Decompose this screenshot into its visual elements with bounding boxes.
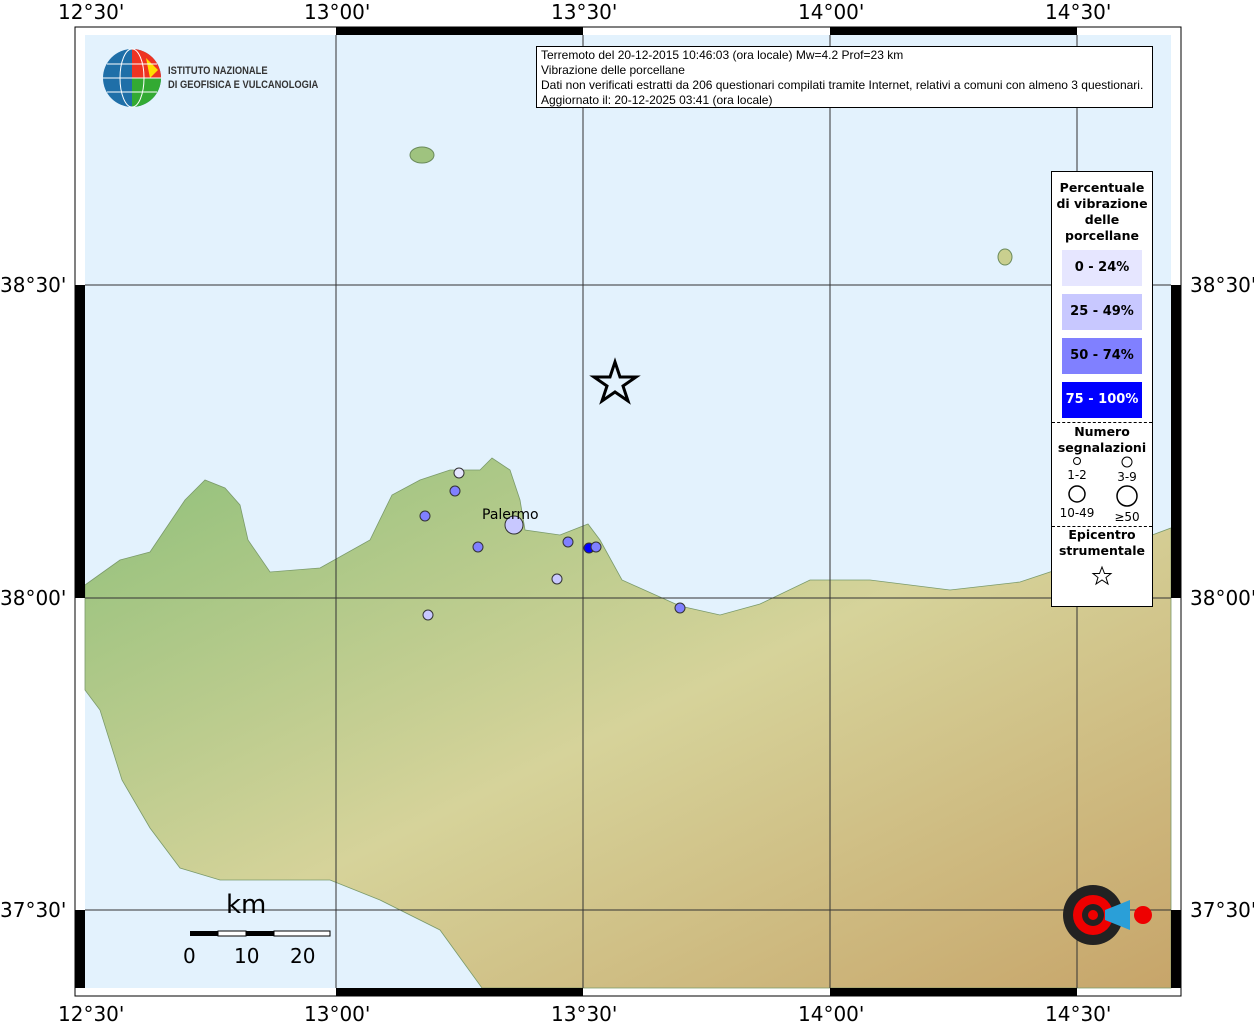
report-marker[interactable] <box>551 573 563 585</box>
scale-tick: 10 <box>234 944 260 968</box>
epicenter-title: Epicentro strumentale <box>1058 527 1146 558</box>
scale-tick: 0 <box>183 944 196 968</box>
lon-label-bottom: 12°30' <box>58 1002 125 1026</box>
lat-label-left: 38°30' <box>0 273 67 297</box>
report-marker[interactable] <box>453 467 465 479</box>
scale-tick: 20 <box>290 944 316 968</box>
ingv-logo-text: ISTITUTO NAZIONALE DI GEOFISICA E VULCANO… <box>168 65 319 91</box>
count-50plus: ≥50 <box>1102 484 1152 524</box>
report-marker[interactable] <box>674 602 686 614</box>
ustica-island <box>409 146 435 164</box>
scale-bar <box>190 930 331 937</box>
lon-label-bottom: 14°30' <box>1045 1002 1112 1026</box>
report-marker[interactable] <box>472 541 484 553</box>
lon-label-top: 12°30' <box>58 0 125 24</box>
data-note: Dati non verificati estratti da 206 ques… <box>541 78 1144 92</box>
lat-label-left: 38°00' <box>0 586 67 610</box>
count-1-2: 1-2 <box>1052 456 1102 484</box>
legend-title: Percentuale di vibrazione delle porcella… <box>1056 180 1148 243</box>
lat-label-right: 38°30' <box>1190 273 1254 297</box>
report-marker[interactable] <box>590 541 602 553</box>
lon-label-top: 13°00' <box>304 0 371 24</box>
lon-label-top: 14°30' <box>1045 0 1112 24</box>
island <box>997 248 1013 266</box>
city-label: Palermo <box>482 507 539 523</box>
lat-label-right: 37°30' <box>1190 898 1254 922</box>
event-title: Terremoto del 20-12-2015 10:46:03 (ora l… <box>541 48 904 62</box>
legend-class: 75 - 100% <box>1062 382 1142 418</box>
scale-unit: km <box>226 890 267 920</box>
count-3-9: 3-9 <box>1102 456 1152 484</box>
lat-label-left: 37°30' <box>0 898 67 922</box>
event-info-box: Terremoto del 20-12-2015 10:46:03 (ora l… <box>536 46 1153 108</box>
lon-label-top: 14°00' <box>798 0 865 24</box>
ingv-logo-icon <box>103 48 161 108</box>
legend-class: 50 - 74% <box>1062 338 1142 374</box>
lat-label-right: 38°00' <box>1190 586 1254 610</box>
report-marker[interactable] <box>562 536 574 548</box>
lon-label-bottom: 13°00' <box>304 1002 371 1026</box>
legend-class: 0 - 24% <box>1062 250 1142 286</box>
report-marker[interactable] <box>422 609 434 621</box>
legend: Percentuale di vibrazione delle porcella… <box>1051 171 1153 607</box>
lon-label-top: 13°30' <box>551 0 618 24</box>
map-subtitle: Vibrazione delle porcellane <box>541 63 685 77</box>
star-icon <box>1091 565 1113 586</box>
lon-label-bottom: 14°00' <box>798 1002 865 1026</box>
lon-label-bottom: 13°30' <box>551 1002 618 1026</box>
report-marker[interactable] <box>449 485 461 497</box>
legend-class: 25 - 49% <box>1062 294 1142 330</box>
report-marker[interactable] <box>419 510 431 522</box>
count-10-49: 10-49 <box>1052 484 1102 524</box>
update-time: Aggiornato il: 20-12-2025 03:41 (ora loc… <box>541 93 773 107</box>
count-title: Numero segnalazioni <box>1057 424 1147 455</box>
